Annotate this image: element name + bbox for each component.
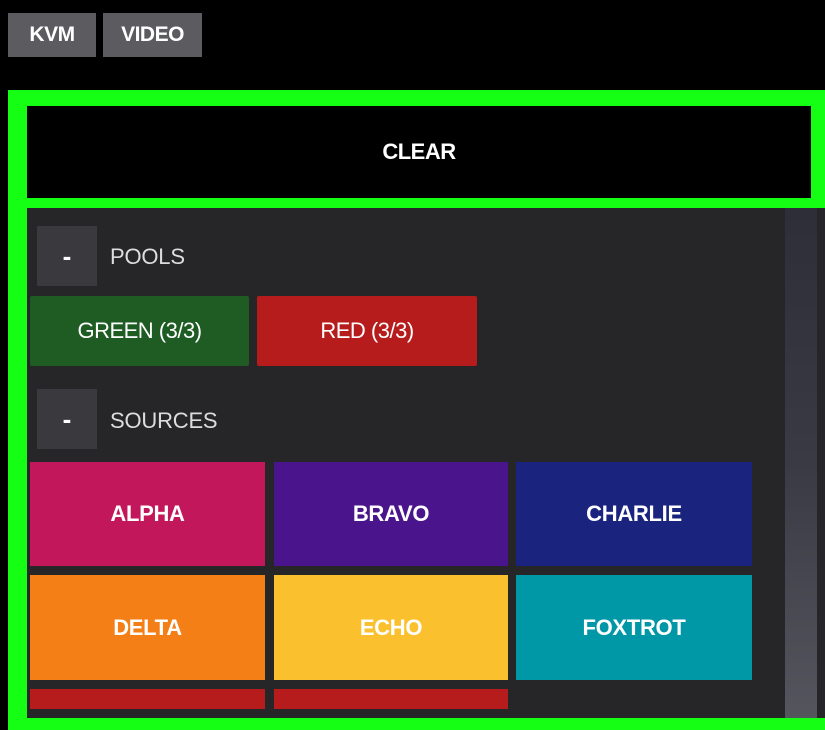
source-button[interactable] — [274, 689, 508, 709]
source-button-echo[interactable]: ECHO — [274, 575, 508, 680]
scrollbar[interactable] — [785, 208, 817, 718]
source-button[interactable] — [30, 689, 265, 709]
source-button-bravo[interactable]: BRAVO — [274, 462, 508, 566]
sources-section-label: SOURCES — [110, 408, 218, 433]
sources-collapse-button[interactable]: - — [37, 389, 97, 449]
source-button-foxtrot[interactable]: FOXTROT — [516, 575, 752, 680]
pool-button-red[interactable]: RED (3/3) — [257, 296, 477, 366]
tab-kvm[interactable]: KVM — [8, 13, 96, 57]
tab-video[interactable]: VIDEO — [103, 13, 202, 57]
clear-button[interactable]: CLEAR — [27, 106, 811, 198]
source-button-delta[interactable]: DELTA — [30, 575, 265, 680]
top-tab-bar: KVM VIDEO — [0, 0, 825, 90]
source-button-charlie[interactable]: CHARLIE — [516, 462, 752, 566]
source-button-alpha[interactable]: ALPHA — [30, 462, 265, 566]
pools-collapse-button[interactable]: - — [37, 226, 97, 286]
pool-button-green[interactable]: GREEN (3/3) — [30, 296, 249, 366]
pools-section-label: POOLS — [110, 244, 185, 269]
